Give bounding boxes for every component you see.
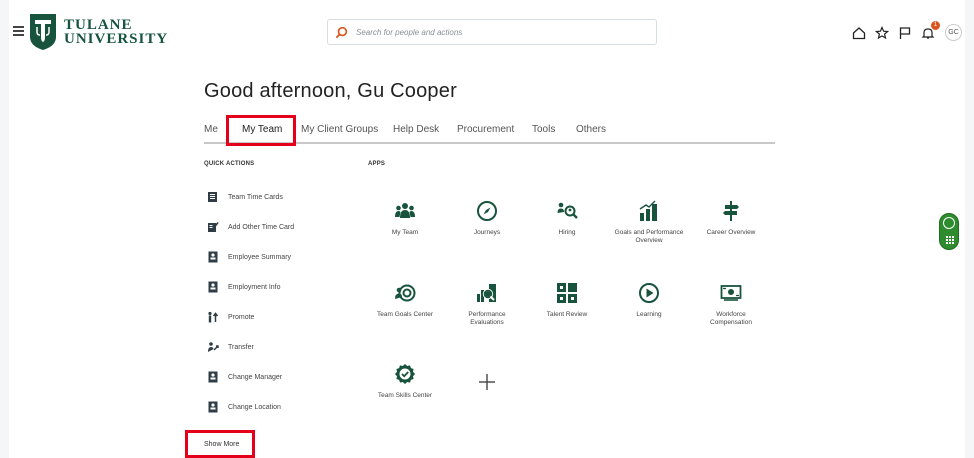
app-label: Career Overview (706, 229, 756, 236)
change-location-icon (208, 401, 218, 413)
left-margin (0, 0, 9, 458)
grid-people-icon (557, 283, 577, 303)
app-workforce-compensation[interactable]: Workforce Compensation (696, 282, 766, 327)
bar-chart-icon (639, 200, 657, 221)
flag-icon[interactable] (898, 26, 912, 40)
app-label: Goals and Performance Overview (614, 229, 684, 244)
time-cards-icon (208, 192, 217, 202)
highlight-my-team (226, 115, 296, 146)
tab-help-desk[interactable]: Help Desk (393, 124, 439, 135)
play-icon (639, 283, 659, 303)
quick-action-label: Employment Info (228, 283, 281, 291)
app-team-skills-center[interactable]: Team Skills Center (370, 363, 440, 400)
avatar[interactable]: GC (945, 24, 962, 41)
quick-action-label: Change Manager (228, 373, 283, 381)
hiring-icon (557, 202, 578, 219)
quick-action-label: Transfer (228, 343, 254, 351)
quick-action-employment-info[interactable]: Employment Info (207, 280, 281, 294)
grid-dots-icon (945, 235, 954, 244)
app-hiring[interactable]: Hiring (532, 200, 602, 237)
tab-me[interactable]: Me (204, 124, 218, 135)
quick-action-change-location[interactable]: Change Location (207, 400, 281, 414)
quick-action-add-other-time-card[interactable]: Add Other Time Card (207, 220, 294, 234)
app-team-goals-center[interactable]: Team Goals Center (370, 282, 440, 319)
tab-procurement[interactable]: Procurement (457, 124, 514, 135)
app-label: Learning (636, 311, 662, 318)
app-goals-and-performance-overview[interactable]: Goals and Performance Overview (614, 200, 684, 245)
quick-action-team-time-cards[interactable]: Team Time Cards (207, 190, 283, 204)
tulane-shield-icon (30, 14, 56, 50)
app-label: My Team (391, 229, 419, 236)
search-icon (335, 26, 348, 38)
app-my-team[interactable]: My Team (370, 200, 440, 237)
quick-action-employee-summary[interactable]: Employee Summary (207, 250, 291, 264)
app-label: Workforce Compensation (710, 311, 752, 326)
tab-others[interactable]: Others (576, 124, 606, 135)
quick-action-label: Promote (228, 313, 255, 321)
quick-action-label: Team Time Cards (228, 193, 283, 201)
app-career-overview[interactable]: Career Overview (696, 200, 766, 237)
add-app-button[interactable] (452, 371, 522, 393)
quick-action-label: Add Other Time Card (228, 223, 295, 231)
quick-action-promote[interactable]: Promote (207, 310, 254, 324)
star-icon[interactable] (874, 25, 890, 40)
performance-icon (477, 284, 496, 302)
team-icon (395, 203, 415, 218)
header-actions: 1 GC (852, 20, 962, 41)
highlight-show-more (185, 430, 255, 458)
app-label: Hiring (558, 229, 576, 236)
quick-actions-title: QUICK ACTIONS (204, 161, 255, 167)
logo-text: TULANE UNIVERSITY (64, 17, 169, 47)
search-input[interactable] (356, 27, 646, 37)
app-performance-evaluations[interactable]: Performance Evaluations (452, 282, 522, 327)
target-icon (395, 284, 416, 302)
tab-tools[interactable]: Tools (532, 124, 555, 135)
add-time-card-icon (208, 222, 219, 232)
menu-icon[interactable] (13, 26, 24, 36)
search-bar[interactable] (327, 19, 657, 45)
app-talent-review[interactable]: Talent Review (532, 282, 602, 319)
app-label: Performance Evaluations (468, 311, 506, 326)
quick-action-label: Employee Summary (228, 253, 292, 261)
plus-icon (479, 374, 495, 390)
employment-info-icon (208, 281, 218, 293)
bell-icon[interactable]: 1 (921, 20, 940, 40)
app-label: Team Skills Center (377, 392, 433, 399)
quick-action-label: Change Location (228, 403, 281, 411)
quick-action-transfer[interactable]: Transfer (207, 340, 254, 354)
compensation-icon (720, 285, 742, 301)
info-icon (943, 217, 955, 229)
right-margin (965, 0, 974, 458)
promote-icon (208, 311, 219, 323)
apps-title: APPS (368, 161, 386, 167)
notification-badge: 1 (931, 20, 940, 30)
skills-badge-icon (395, 364, 415, 384)
logo-line-2: UNIVERSITY (64, 31, 169, 47)
floating-help-widget[interactable] (939, 213, 959, 250)
logo-line-1: TULANE (64, 17, 133, 33)
app-label: Talent Review (546, 311, 588, 318)
logo[interactable]: TULANE UNIVERSITY (29, 13, 168, 51)
home-icon[interactable] (852, 26, 866, 40)
change-manager-icon (208, 371, 218, 383)
tab-my-client-groups[interactable]: My Client Groups (301, 124, 378, 135)
app-label: Journeys (473, 229, 501, 236)
quick-action-change-manager[interactable]: Change Manager (207, 370, 282, 384)
app-journeys[interactable]: Journeys (452, 200, 522, 237)
signpost-icon (723, 201, 739, 221)
app-learning[interactable]: Learning (614, 282, 684, 319)
page-greeting: Good afternoon, Gu Cooper (204, 80, 457, 102)
compass-icon (477, 201, 497, 221)
transfer-icon (208, 342, 219, 352)
app-label: Team Goals Center (377, 311, 433, 318)
employee-summary-icon (208, 251, 218, 263)
